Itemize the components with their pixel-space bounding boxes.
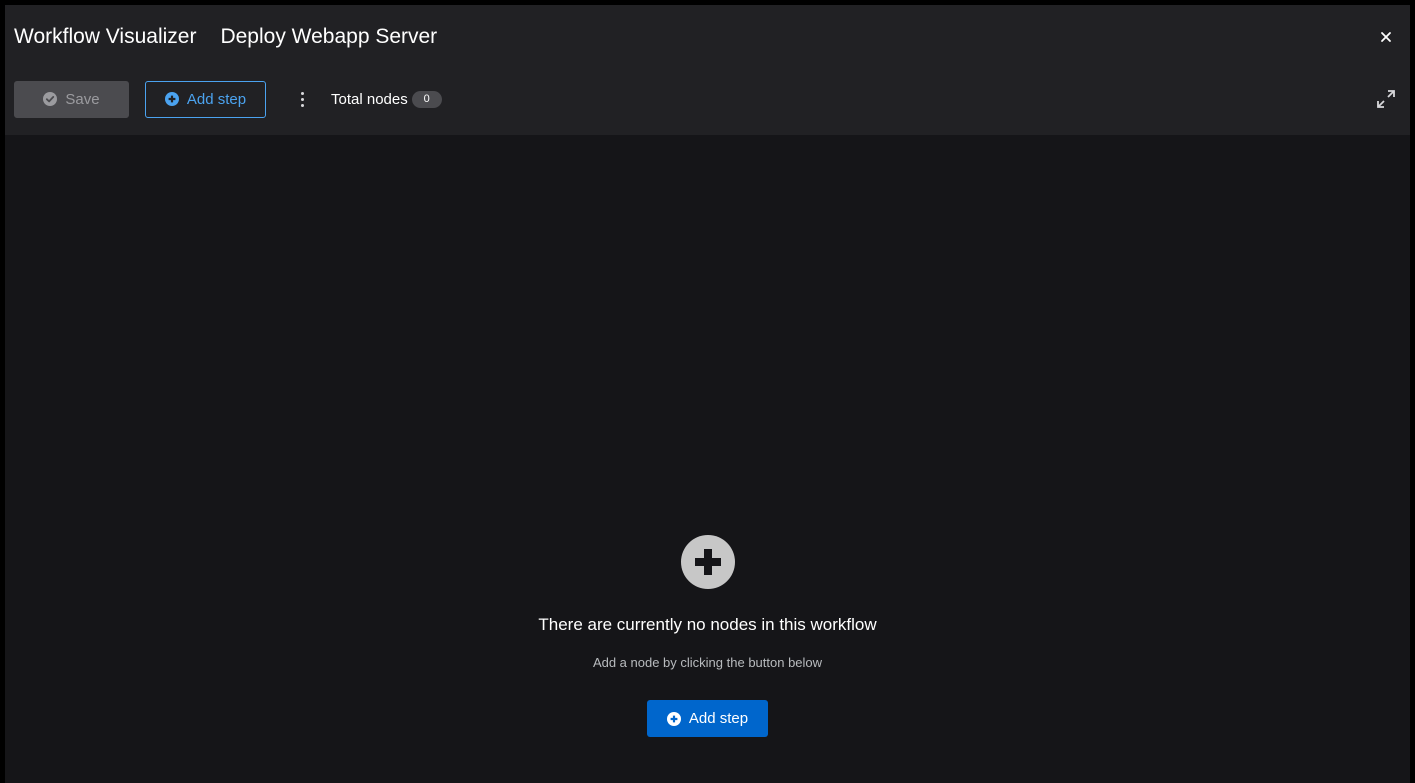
empty-state-add-step-label: Add step	[688, 710, 749, 727]
close-icon	[1381, 32, 1391, 42]
modal-title: Workflow Visualizer	[14, 25, 197, 48]
empty-state: There are currently no nodes in this wor…	[5, 535, 1410, 737]
plus-circle-icon	[164, 92, 179, 106]
check-circle-icon	[43, 92, 58, 106]
add-step-button[interactable]: Add step	[145, 80, 266, 118]
plus-circle-icon	[666, 711, 681, 726]
expand-icon	[1377, 90, 1395, 108]
total-nodes: Total nodes 0	[331, 90, 442, 108]
expand-button[interactable]	[1375, 88, 1397, 110]
save-button-label: Save	[65, 90, 100, 108]
add-step-label: Add step	[186, 90, 247, 108]
visualizer-header: Workflow Visualizer Deploy Webapp Server…	[5, 5, 1410, 135]
toolbar: Save Add step Total nodes 0	[14, 80, 442, 118]
workflow-canvas[interactable]: There are currently no nodes in this wor…	[5, 135, 1410, 783]
total-nodes-label: Total nodes	[331, 90, 408, 108]
kebab-icon[interactable]	[292, 84, 312, 114]
empty-state-add-step-button[interactable]: Add step	[647, 700, 768, 737]
save-button[interactable]: Save	[14, 80, 129, 118]
total-nodes-badge: 0	[411, 90, 442, 108]
empty-state-title: There are currently no nodes in this wor…	[538, 615, 877, 634]
plus-circle-icon	[680, 535, 735, 589]
close-button[interactable]	[1376, 27, 1396, 47]
empty-state-description: Add a node by clicking the button below	[592, 655, 823, 670]
workflow-name: Deploy Webapp Server	[220, 25, 438, 48]
workflow-visualizer-modal: Workflow Visualizer Deploy Webapp Server…	[5, 5, 1410, 783]
title-row: Workflow Visualizer Deploy Webapp Server	[14, 22, 437, 52]
